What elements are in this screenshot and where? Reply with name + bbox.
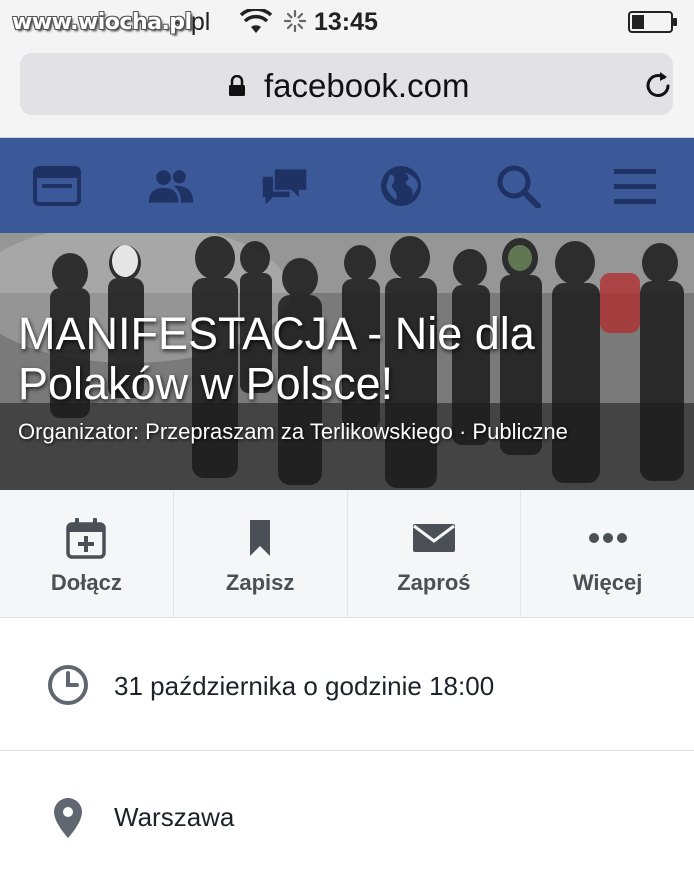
address-bar[interactable]: facebook.com [20,53,673,115]
envelope-icon [412,524,455,552]
messages-icon[interactable] [260,164,310,208]
reload-icon[interactable] [642,69,674,101]
friends-icon[interactable] [146,164,196,208]
join-label: Dołącz [50,570,122,595]
loading-spinner-icon [284,10,306,32]
news-feed-icon[interactable] [32,164,82,208]
event-organizer[interactable]: Organizator: Przepraszam za Terlikowskie… [18,419,678,445]
save-button[interactable]: Zapisz [174,490,348,617]
location-pin-icon [54,798,82,838]
invite-button[interactable]: Zaproś [348,490,522,617]
event-place-text: Warszawa [114,802,235,832]
url-text: facebook.com [264,67,470,104]
facebook-nav-bar [0,138,694,233]
status-time: 13:45 [314,8,378,36]
calendar-add-icon [66,518,107,559]
watermark: www.wiocha.pl [12,10,192,35]
save-label: Zapisz [225,570,295,595]
more-label: Więcej [572,570,643,595]
join-button[interactable]: Dołącz [0,490,174,617]
notifications-globe-icon[interactable] [376,164,426,208]
event-action-bar: Dołącz Zapisz Zaproś Więcej [0,490,694,618]
search-icon[interactable] [494,164,544,208]
menu-icon[interactable] [610,164,660,208]
event-title: MANIFESTACJA - Nie dla Polaków w Polsce! [18,308,535,409]
browser-toolbar: facebook.com [0,44,694,138]
wifi-icon [240,9,272,33]
battery-icon [628,11,677,33]
more-button[interactable]: Więcej [521,490,694,617]
event-time-text: 31 października o godzinie 18:00 [114,671,495,701]
more-dots-icon [588,533,627,543]
lock-icon [229,75,245,96]
invite-label: Zaproś [397,570,471,595]
event-cover-photo[interactable]: MANIFESTACJA - Nie dla Polaków w Polsce!… [0,233,694,490]
status-bar: e.pl www.wiocha.pl 13:45 [0,0,694,44]
event-time-row[interactable]: 31 października o godzinie 18:00 [0,619,694,751]
clock-icon [48,665,88,705]
bookmark-icon [250,520,271,556]
event-place-row[interactable]: Warszawa [0,752,694,870]
